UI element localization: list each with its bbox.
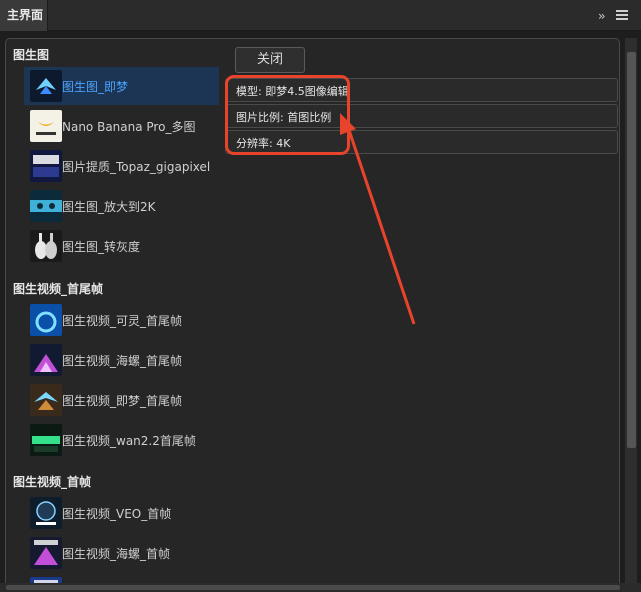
annotation-arrow bbox=[340, 113, 416, 325]
vertical-scrollbar[interactable] bbox=[625, 38, 637, 588]
horizontal-scrollbar[interactable] bbox=[0, 583, 641, 592]
collapse-panel-icon[interactable]: ›› bbox=[598, 8, 605, 24]
panel-tab-bar: 主界面 ›› bbox=[0, 0, 641, 31]
scrollbar-thumb[interactable] bbox=[627, 52, 636, 448]
workflow-panel: 图生图 图生图_即梦 Nano Banana Pro_多图 图片提质_Topaz… bbox=[5, 38, 620, 588]
panel-menu-icon[interactable] bbox=[616, 8, 630, 24]
tab-main[interactable]: 主界面 bbox=[0, 0, 48, 31]
hscroll-thumb[interactable] bbox=[6, 585, 620, 590]
